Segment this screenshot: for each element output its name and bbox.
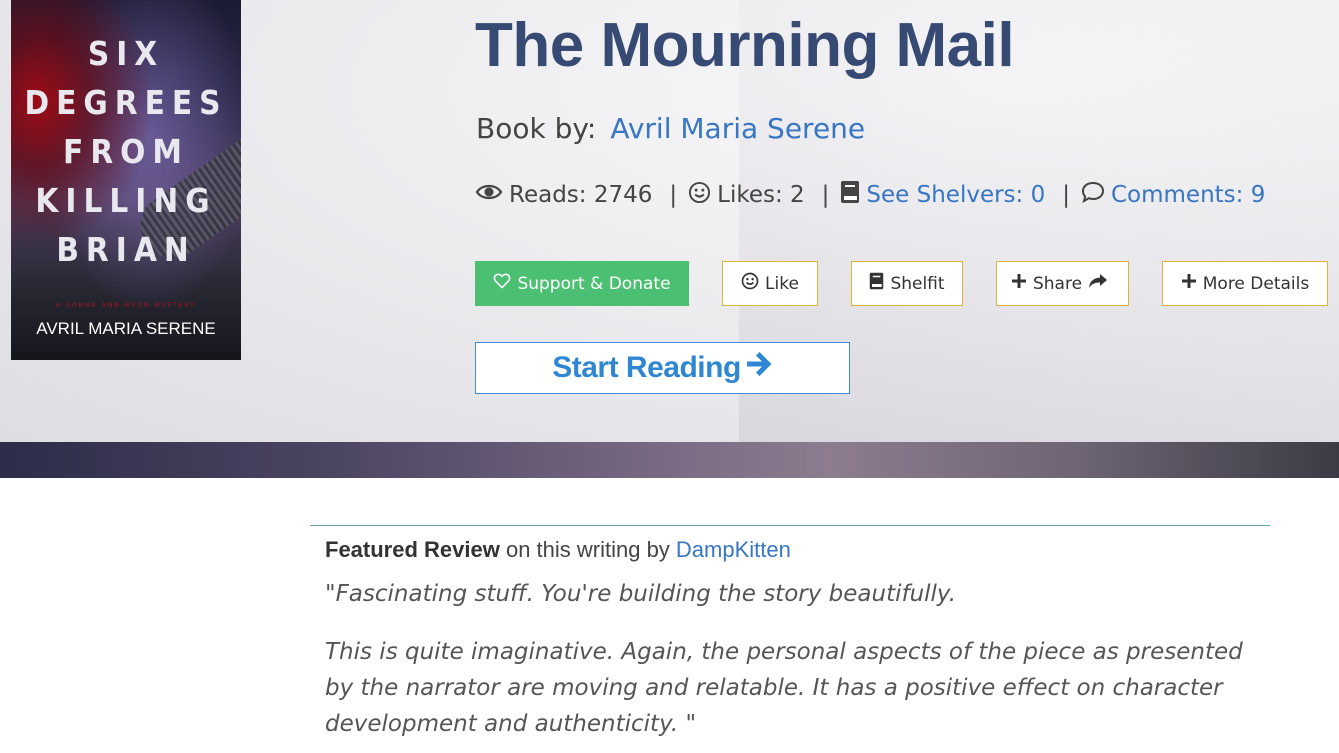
cover-author: AVRIL MARIA SERENE [36,319,216,338]
reviewer-link[interactable]: DampKitten [676,537,791,562]
cover-title-line: SIX [87,34,165,73]
eye-icon [475,182,503,208]
see-shelvers-link[interactable]: See Shelvers: 0 [866,182,1045,208]
plus-icon [1181,273,1203,294]
author-link[interactable]: Avril Maria Serene [610,112,865,145]
book-stats: Reads: 2746 | Likes: 2 | See Shelvers: 0… [475,180,1265,210]
review-paragraph: "Fascinating stuff. You're building the … [325,581,957,607]
stats-separator: | [1062,182,1070,208]
comments-link[interactable]: Comments: 9 [1111,182,1265,208]
plus-icon [1011,273,1033,294]
featured-review-header: Featured Review on this writing by DampK… [325,537,791,563]
byline-label: Book by: [476,112,597,145]
cover-title-line: DEGREES [24,83,228,122]
review-paragraph: This is quite imaginative. Again, the pe… [325,639,1243,737]
like-label: Like [765,273,799,294]
stats-separator: | [669,182,678,208]
shelfit-label: Shelfit [890,273,945,294]
support-donate-button[interactable]: Support & Donate [475,261,689,306]
share-button[interactable]: Share [996,261,1129,306]
cover-title-line: FROM [63,132,189,171]
cover-series-text: A SONNA ANN MYON MYSTERY [56,302,196,309]
arrow-right-icon [741,351,773,385]
book-cover[interactable]: SIX DEGREES FROM KILLING BRIAN A SONNA A… [11,0,241,360]
share-arrow-icon [1088,273,1114,294]
decorative-band [0,442,1339,478]
featured-review-label: Featured Review [325,537,500,562]
share-label: Share [1032,273,1083,294]
cover-title-line: BRIAN [56,230,196,269]
stats-separator: | [821,182,830,208]
book-title: The Mourning Mail [475,11,1015,80]
likes-count: Likes: 2 [717,182,805,208]
more-details-label: More Details [1202,273,1310,294]
featured-review-connector: on this writing by [499,537,676,562]
smile-icon [688,181,711,210]
review-divider [310,525,1270,526]
like-button[interactable]: Like [722,261,818,306]
book-icon [840,180,860,210]
book-icon [869,272,890,295]
support-donate-label: Support & Donate [517,273,671,294]
smile-icon [741,272,765,295]
cover-title-line: KILLING [35,181,217,220]
comment-icon [1081,181,1105,209]
byline: Book by: Avril Maria Serene [476,112,865,145]
start-reading-label: Start Reading [552,351,741,384]
more-details-button[interactable]: More Details [1162,261,1328,306]
start-reading-button[interactable]: Start Reading [475,342,850,394]
heart-icon [493,273,517,294]
reads-count: Reads: 2746 [509,182,653,208]
shelfit-button[interactable]: Shelfit [851,261,963,306]
